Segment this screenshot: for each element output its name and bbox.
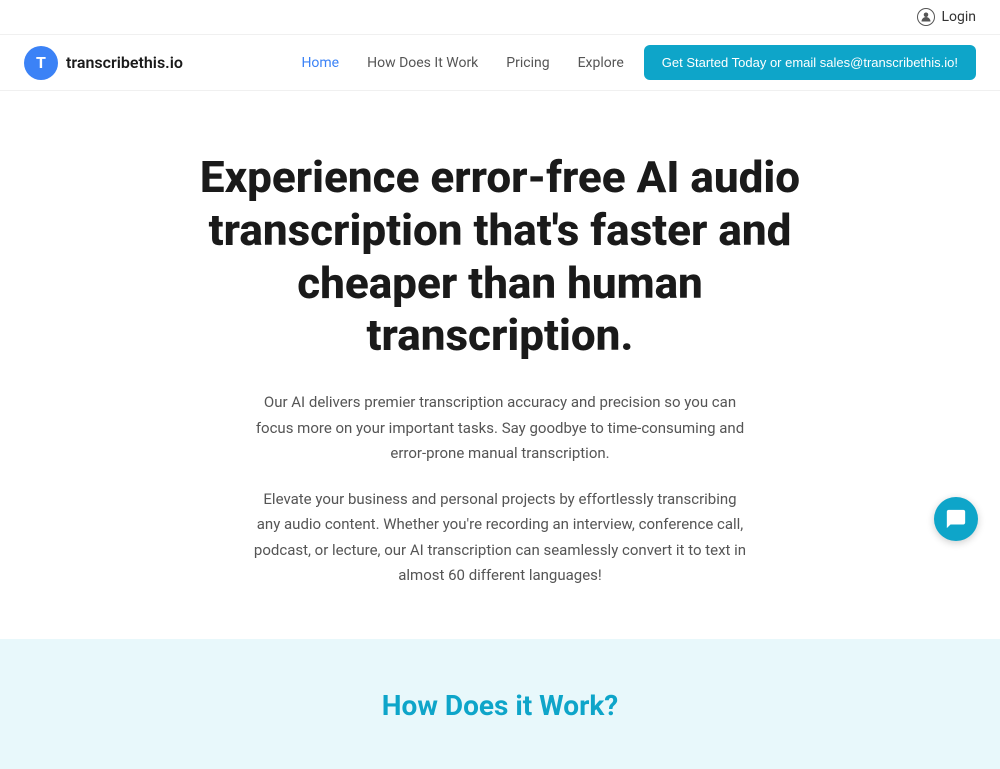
hero-subtitle-2: Elevate your business and personal proje… <box>250 487 750 589</box>
hero-subtitle-1: Our AI delivers premier transcription ac… <box>250 390 750 467</box>
login-label: Login <box>941 9 976 25</box>
chat-bubble[interactable] <box>934 497 978 541</box>
hero-section: Experience error-free AI audio transcrip… <box>0 91 1000 639</box>
nav-link-home[interactable]: Home <box>301 55 339 71</box>
nav-link-explore[interactable]: Explore <box>578 55 624 71</box>
how-section-title: How Does it Work? <box>24 689 976 722</box>
logo-text: transcribethis.io <box>66 53 183 72</box>
logo-icon: T <box>24 46 58 80</box>
nav-links: Home How Does It Work Pricing Explore <box>301 55 623 71</box>
logo[interactable]: T transcribethis.io <box>24 46 183 80</box>
top-bar: Login <box>0 0 1000 35</box>
user-icon <box>917 8 935 26</box>
login-link[interactable]: Login <box>917 8 976 26</box>
navbar: T transcribethis.io Home How Does It Wor… <box>0 35 1000 91</box>
nav-link-pricing[interactable]: Pricing <box>506 55 549 71</box>
cta-button[interactable]: Get Started Today or email sales@transcr… <box>644 45 976 80</box>
how-section: How Does it Work? <box>0 639 1000 769</box>
chat-icon <box>945 508 967 530</box>
nav-link-how[interactable]: How Does It Work <box>367 55 478 71</box>
hero-title: Experience error-free AI audio transcrip… <box>160 151 840 362</box>
